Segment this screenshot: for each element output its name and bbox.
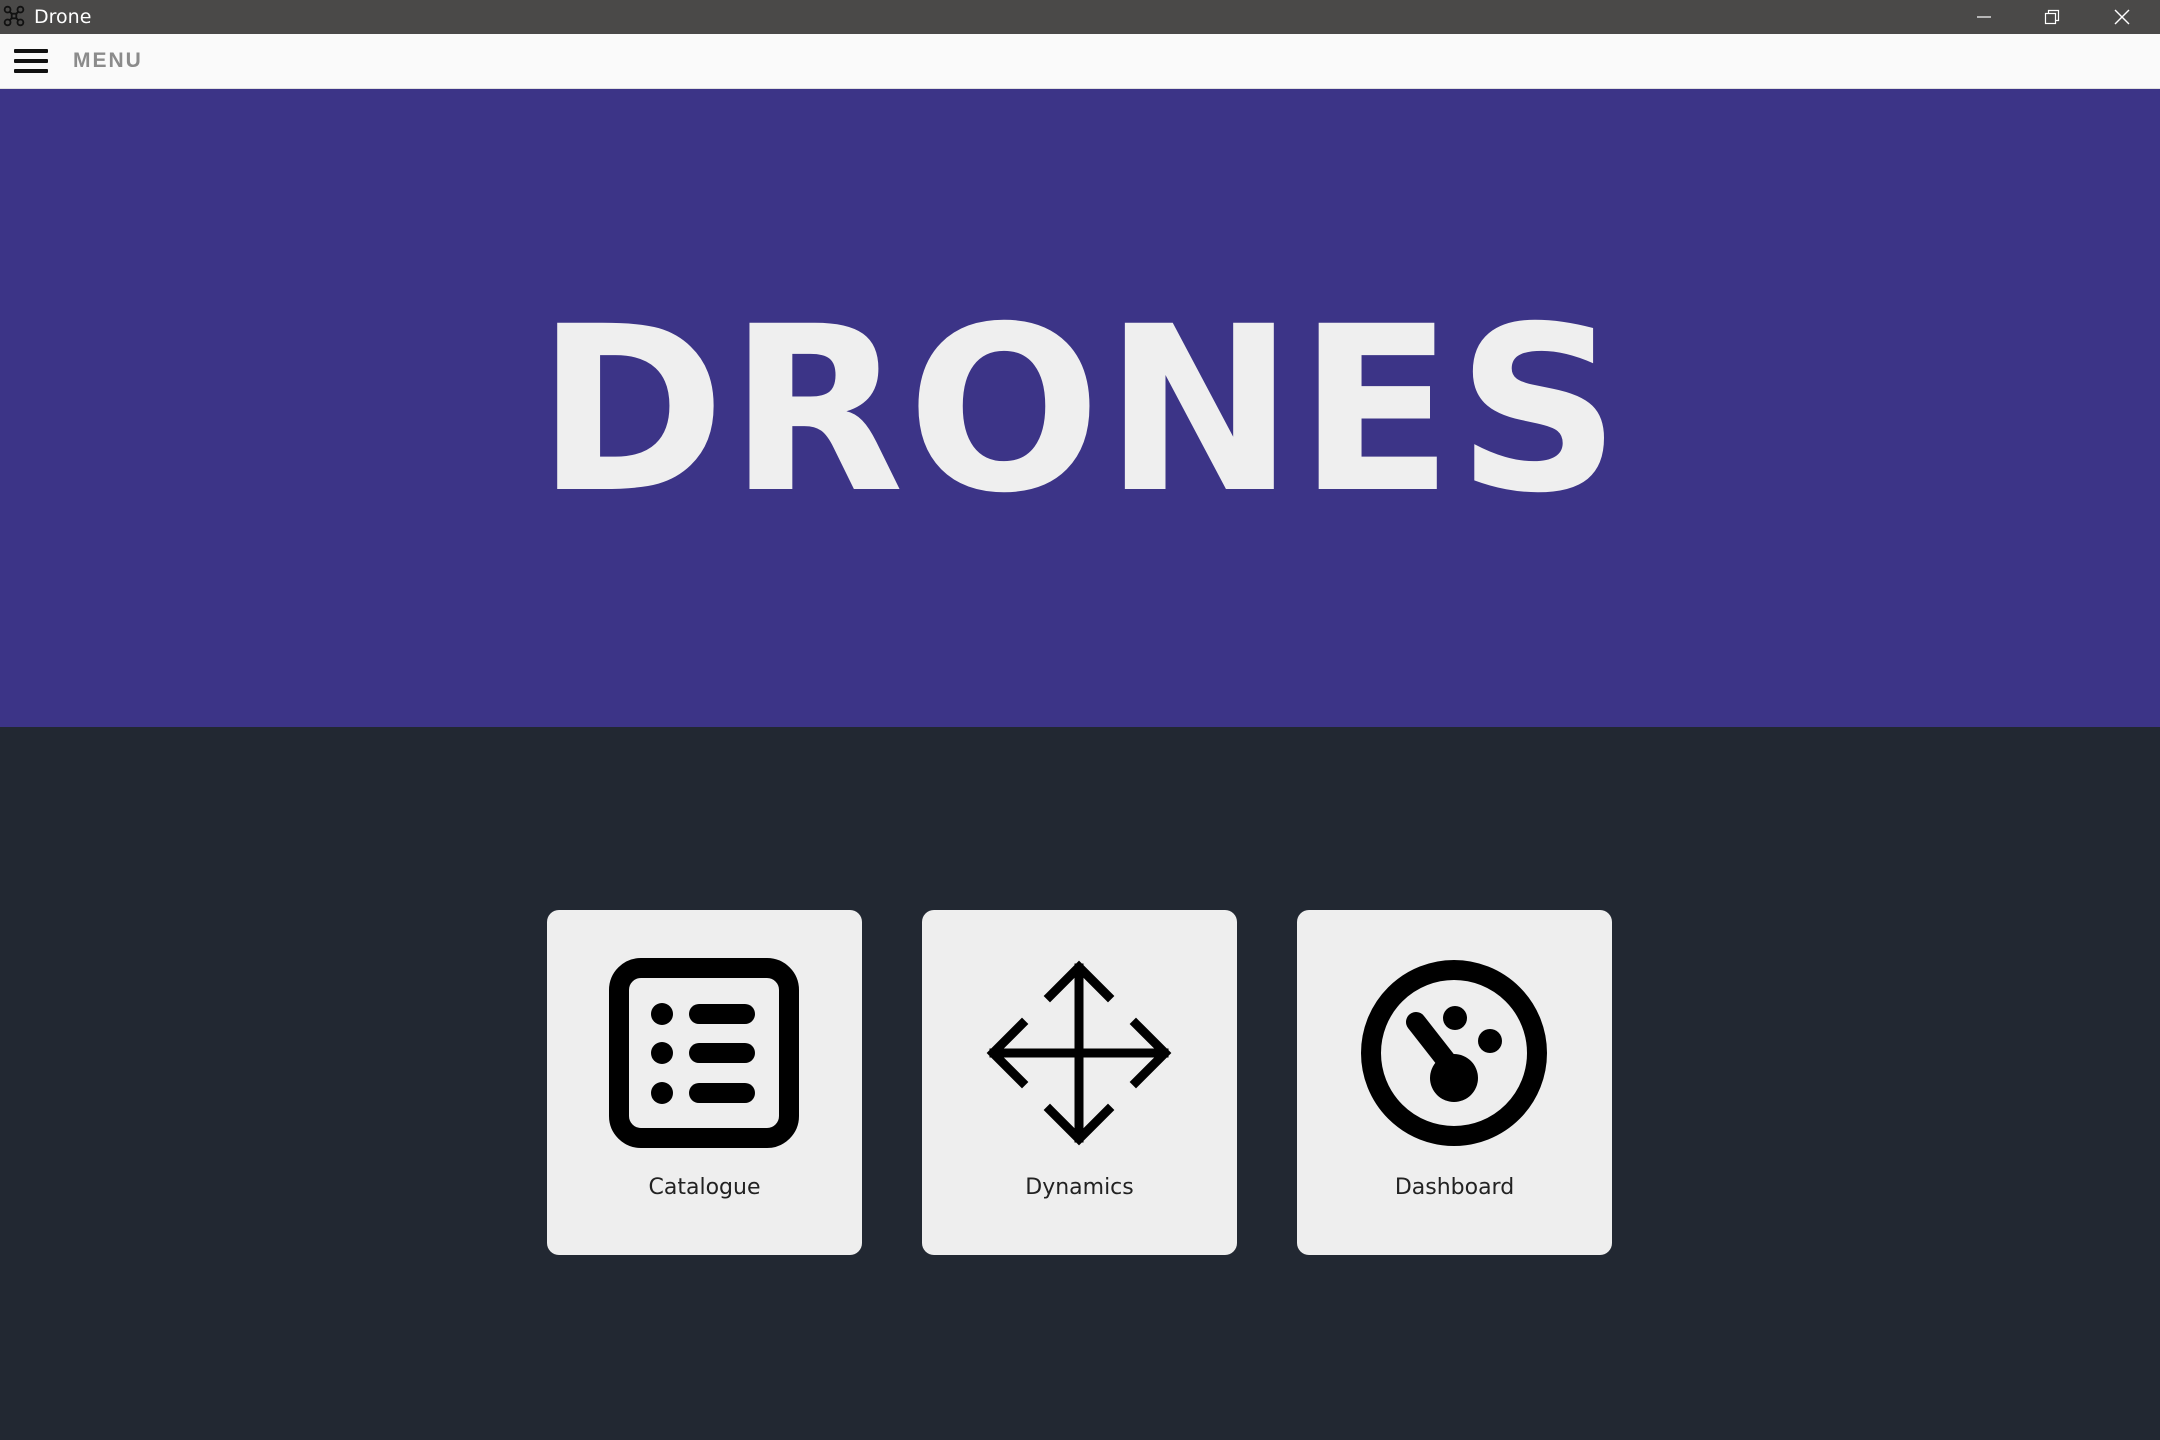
catalogue-tile[interactable]: Catalogue: [547, 910, 862, 1255]
catalogue-label: Catalogue: [648, 1175, 761, 1200]
restore-icon: [2044, 9, 2060, 25]
dashboard-label: Dashboard: [1394, 1175, 1515, 1200]
hero-banner: DRONES: [0, 89, 2160, 727]
main-content: Catalogue Dynamics Dashboard: [0, 727, 2160, 1440]
move-arrows-icon: [986, 960, 1172, 1146]
menu-bar: MENU: [0, 34, 2160, 89]
dashboard-tile[interactable]: Dashboard: [1297, 910, 1612, 1255]
close-icon: [2114, 9, 2130, 25]
minimize-button[interactable]: [1950, 0, 2018, 34]
window-titlebar[interactable]: Drone: [0, 0, 2160, 34]
dynamics-label: Dynamics: [1025, 1175, 1134, 1200]
restore-button[interactable]: [2018, 0, 2086, 34]
window-title: Drone: [34, 6, 92, 28]
minimize-icon: [1977, 16, 1991, 18]
hamburger-icon[interactable]: [14, 47, 48, 75]
hero-title: DRONES: [536, 277, 1624, 543]
menu-label[interactable]: MENU: [73, 34, 143, 88]
list-icon: [609, 958, 799, 1148]
close-button[interactable]: [2088, 0, 2156, 34]
gauge-icon: [1361, 960, 1547, 1146]
dynamics-tile[interactable]: Dynamics: [922, 910, 1237, 1255]
drone-icon: [3, 5, 25, 27]
